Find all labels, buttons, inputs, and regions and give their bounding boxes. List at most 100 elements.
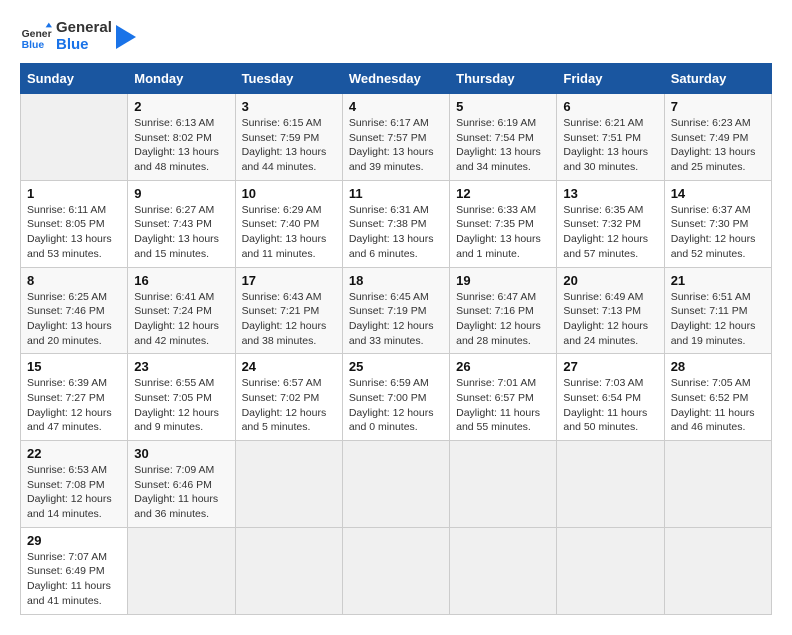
calendar-cell: 7Sunrise: 6:23 AMSunset: 7:49 PMDaylight… [664, 94, 771, 181]
calendar-cell: 22Sunrise: 6:53 AMSunset: 7:08 PMDayligh… [21, 441, 128, 528]
daylight-text: Daylight: 12 hours and 42 minutes. [134, 320, 219, 347]
day-number: 17 [242, 273, 336, 288]
daylight-text: Daylight: 13 hours and 39 minutes. [349, 146, 434, 173]
calendar-cell [235, 527, 342, 614]
sunset-text: Sunset: 7:57 PM [349, 132, 427, 144]
calendar-cell [342, 527, 449, 614]
sunrise-text: Sunrise: 6:43 AM [242, 291, 322, 303]
sunrise-text: Sunrise: 6:41 AM [134, 291, 214, 303]
daylight-text: Daylight: 11 hours and 50 minutes. [563, 407, 647, 434]
daylight-text: Daylight: 13 hours and 20 minutes. [27, 320, 112, 347]
sunset-text: Sunset: 7:00 PM [349, 392, 427, 404]
day-info: Sunrise: 6:49 AMSunset: 7:13 PMDaylight:… [563, 290, 657, 349]
sunrise-text: Sunrise: 6:29 AM [242, 204, 322, 216]
sunset-text: Sunset: 6:54 PM [563, 392, 641, 404]
day-number: 14 [671, 186, 765, 201]
daylight-text: Daylight: 13 hours and 25 minutes. [671, 146, 756, 173]
daylight-text: Daylight: 12 hours and 57 minutes. [563, 233, 648, 260]
day-number: 25 [349, 359, 443, 374]
calendar-cell: 23 Sunrise: 6:55 AMSunset: 7:05 PMDayligh… [128, 354, 235, 441]
sunset-text: Sunset: 7:59 PM [242, 132, 320, 144]
sunrise-text: Sunrise: 7:03 AM [563, 377, 643, 389]
calendar-cell: 25Sunrise: 6:59 AMSunset: 7:00 PMDayligh… [342, 354, 449, 441]
calendar-cell: 15Sunrise: 6:39 AMSunset: 7:27 PMDayligh… [21, 354, 128, 441]
sunset-text: Sunset: 7:21 PM [242, 305, 320, 317]
calendar-cell [342, 441, 449, 528]
sunset-text: Sunset: 7:32 PM [563, 218, 641, 230]
sunrise-text: Sunrise: 6:51 AM [671, 291, 751, 303]
svg-text:Blue: Blue [22, 40, 45, 51]
calendar-cell [664, 441, 771, 528]
sunrise-text: Sunrise: 6:23 AM [671, 117, 751, 129]
sunrise-text: Sunrise: 6:39 AM [27, 377, 107, 389]
day-number: 19 [456, 273, 550, 288]
sunset-text: Sunset: 8:02 PM [134, 132, 212, 144]
day-info: Sunrise: 7:03 AM Sunset: 6:54 PM Daylight:… [563, 376, 657, 435]
daylight-text: Daylight: 11 hours and 41 minutes. [27, 580, 111, 607]
daylight-text: Daylight: 12 hours and 24 minutes. [563, 320, 648, 347]
daylight-text: Daylight: 13 hours and 30 minutes. [563, 146, 648, 173]
calendar-week-row: 2Sunrise: 6:13 AMSunset: 8:02 PMDaylight… [21, 94, 772, 181]
day-number: 11 [349, 186, 443, 201]
sunrise-text: Sunrise: 6:31 AM [349, 204, 429, 216]
day-number: 23 [134, 359, 228, 374]
sunset-text: Sunset: 7:51 PM [563, 132, 641, 144]
sunset-text: Sunset: 7:30 PM [671, 218, 749, 230]
day-number: 21 [671, 273, 765, 288]
day-info: Sunrise: 6:57 AM Sunset: 7:02 PM Daylight:… [242, 376, 336, 435]
day-info: Sunrise: 6:37 AMSunset: 7:30 PMDaylight:… [671, 203, 765, 262]
day-number: 28 [671, 359, 765, 374]
sunset-text: Sunset: 7:46 PM [27, 305, 105, 317]
sunset-text: Sunset: 7:13 PM [563, 305, 641, 317]
sunrise-text: Sunrise: 7:07 AM [27, 551, 107, 563]
calendar-cell: 16Sunrise: 6:41 AMSunset: 7:24 PMDayligh… [128, 267, 235, 354]
daylight-text: Daylight: 12 hours and 28 minutes. [456, 320, 541, 347]
calendar-week-row: 29Sunrise: 7:07 AMSunset: 6:49 PMDayligh… [21, 527, 772, 614]
calendar-week-row: 22Sunrise: 6:53 AMSunset: 7:08 PMDayligh… [21, 441, 772, 528]
day-info: Sunrise: 6:23 AM Sunset: 7:49 PM Daylight:… [671, 116, 765, 175]
sunrise-text: Sunrise: 6:21 AM [563, 117, 643, 129]
calendar-cell [128, 527, 235, 614]
col-tuesday: Tuesday [235, 64, 342, 94]
sunset-text: Sunset: 7:16 PM [456, 305, 534, 317]
sunrise-text: Sunrise: 6:57 AM [242, 377, 322, 389]
daylight-text: Daylight: 11 hours and 55 minutes. [456, 407, 540, 434]
sunset-text: Sunset: 7:11 PM [671, 305, 748, 317]
daylight-text: Daylight: 13 hours and 1 minute. [456, 233, 541, 260]
day-number: 18 [349, 273, 443, 288]
sunrise-text: Sunrise: 6:15 AM [242, 117, 322, 129]
daylight-text: Daylight: 12 hours and 19 minutes. [671, 320, 756, 347]
daylight-text: Daylight: 11 hours and 36 minutes. [134, 493, 218, 520]
sunset-text: Sunset: 6:57 PM [456, 392, 534, 404]
day-info: Sunrise: 6:43 AMSunset: 7:21 PMDaylight:… [242, 290, 336, 349]
calendar-cell: 1Sunrise: 6:11 AMSunset: 8:05 PMDaylight… [21, 180, 128, 267]
sunset-text: Sunset: 8:05 PM [27, 218, 105, 230]
sunrise-text: Sunrise: 6:13 AM [134, 117, 214, 129]
daylight-text: Daylight: 12 hours and 5 minutes. [242, 407, 327, 434]
calendar-cell: 12Sunrise: 6:33 AMSunset: 7:35 PMDayligh… [450, 180, 557, 267]
day-number: 29 [27, 533, 121, 548]
calendar-cell: 9Sunrise: 6:27 AMSunset: 7:43 PMDaylight… [128, 180, 235, 267]
calendar-cell: 10Sunrise: 6:29 AMSunset: 7:40 PMDayligh… [235, 180, 342, 267]
calendar-cell: 2Sunrise: 6:13 AMSunset: 8:02 PMDaylight… [128, 94, 235, 181]
daylight-text: Daylight: 13 hours and 44 minutes. [242, 146, 327, 173]
day-info: Sunrise: 6:55 AMSunset: 7:05 PMDaylight:… [134, 376, 228, 435]
sunrise-text: Sunrise: 6:55 AM [134, 377, 214, 389]
day-info: Sunrise: 6:17 AMSunset: 7:57 PMDaylight:… [349, 116, 443, 175]
sunset-text: Sunset: 7:54 PM [456, 132, 534, 144]
col-wednesday: Wednesday [342, 64, 449, 94]
logo-icon: General Blue [20, 21, 52, 53]
sunrise-text: Sunrise: 6:37 AM [671, 204, 751, 216]
sunset-text: Sunset: 7:49 PM [671, 132, 749, 144]
sunrise-text: Sunrise: 7:05 AM [671, 377, 751, 389]
day-number: 9 [134, 186, 228, 201]
calendar-cell: 13Sunrise: 6:35 AMSunset: 7:32 PMDayligh… [557, 180, 664, 267]
sunset-text: Sunset: 7:02 PM [242, 392, 320, 404]
logo-blue: Blue [56, 37, 112, 54]
day-number: 5 [456, 99, 550, 114]
day-info: Sunrise: 6:41 AMSunset: 7:24 PMDaylight:… [134, 290, 228, 349]
sunrise-text: Sunrise: 6:11 AM [27, 204, 106, 216]
calendar-cell: 6Sunrise: 6:21 AMSunset: 7:51 PMDaylight… [557, 94, 664, 181]
day-info: Sunrise: 6:21 AM Sunset: 7:51 PM Daylight:… [563, 116, 657, 175]
day-info: Sunrise: 6:51 AM Sunset: 7:11 PM Daylight:… [671, 290, 765, 349]
